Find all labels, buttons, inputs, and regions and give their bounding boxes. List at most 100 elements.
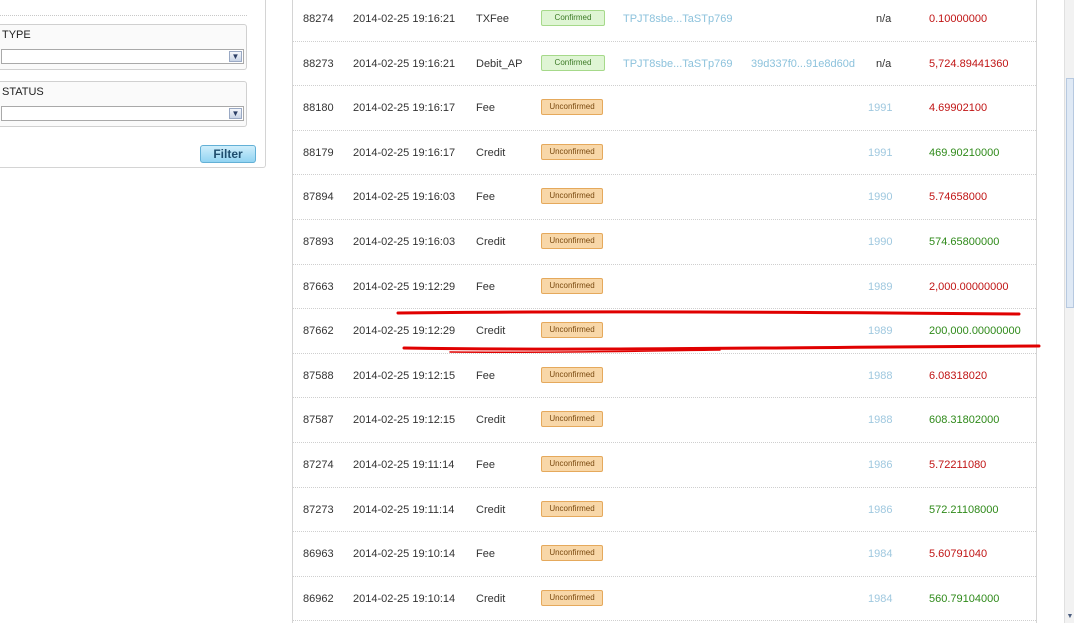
- status-badge: Confirmed: [541, 54, 605, 71]
- amount: 6.08318020: [929, 369, 988, 382]
- transaction-id: 88274: [303, 13, 334, 25]
- status-badge: Unconfirmed: [541, 277, 603, 294]
- block-link[interactable]: 1991: [868, 86, 892, 130]
- status-badge: Unconfirmed: [541, 456, 603, 472]
- status-badge: Unconfirmed: [541, 233, 603, 249]
- block-link[interactable]: 1991: [868, 131, 892, 175]
- transaction-type: Debit_AP: [476, 57, 523, 70]
- status-badge: Unconfirmed: [541, 143, 603, 160]
- transaction-id: 87893: [303, 236, 334, 248]
- amount: 2,000.00000000: [929, 280, 1009, 293]
- transaction-id: 87587: [303, 414, 334, 427]
- transaction-type: Fee: [476, 102, 495, 115]
- status-filter-group: STATUS ▼: [0, 81, 247, 127]
- amount: 572.21108000: [929, 503, 999, 516]
- amount: 469.90210000: [929, 146, 1000, 159]
- table-row: 86962 2014-02-25 19:10:14 Credit Unconfirme…: [293, 577, 1036, 622]
- block-link[interactable]: 1989: [868, 265, 892, 309]
- status-badge: Unconfirmed: [541, 589, 603, 606]
- transaction-type: Credit: [476, 146, 506, 159]
- transaction-type: Credit: [476, 592, 506, 605]
- address-link[interactable]: TPJT8sbe...TaSTp769: [623, 42, 732, 86]
- status-badge: Unconfirmed: [541, 500, 603, 517]
- transaction-id: 88273: [303, 57, 334, 70]
- transaction-id: 87662: [303, 325, 334, 338]
- table-row: 87274 2014-02-25 19:11:14 Fee Unconfirmed 19…: [293, 443, 1036, 488]
- table-row: 87587 2014-02-25 19:12:15 Credit Unconfirme…: [293, 398, 1036, 443]
- chevron-down-icon[interactable]: ▼: [229, 108, 242, 119]
- transaction-date: 2014-02-25 19:16:03: [353, 191, 456, 204]
- transaction-date: 2014-02-25 19:12:15: [353, 369, 456, 382]
- status-badge: Unconfirmed: [541, 411, 603, 428]
- block-link[interactable]: 1988: [868, 398, 892, 442]
- amount: 4.69902100: [929, 102, 988, 115]
- address-link[interactable]: TPJT8sbe...TaSTp769: [623, 0, 732, 41]
- amount: 5.72211080: [929, 459, 987, 471]
- transaction-type: Fee: [476, 459, 495, 471]
- transaction-date: 2014-02-25 19:16:03: [353, 236, 456, 248]
- chevron-down-icon[interactable]: ▼: [229, 51, 242, 62]
- type-filter-label: TYPE: [2, 29, 31, 41]
- transaction-id: 88179: [303, 146, 334, 159]
- scroll-thumb[interactable]: [1066, 78, 1074, 308]
- transaction-type: Fee: [476, 369, 495, 382]
- transaction-id: 87663: [303, 280, 334, 293]
- transaction-date: 2014-02-25 19:12:29: [353, 325, 456, 338]
- transaction-type: Fee: [476, 548, 495, 561]
- transaction-id: 86963: [303, 548, 334, 561]
- transaction-id: 88180: [303, 102, 334, 115]
- transaction-id: 87274: [303, 459, 334, 471]
- transaction-date: 2014-02-25 19:16:17: [353, 102, 456, 115]
- status-badge: Unconfirmed: [541, 322, 603, 339]
- filter-panel: TYPE ▼ STATUS ▼ Filter: [0, 0, 266, 168]
- transactions-table: 88274 2014-02-25 19:16:21 TXFee Confirmed TP…: [292, 0, 1037, 623]
- block-link: n/a: [876, 57, 892, 70]
- amount: 560.79104000: [929, 592, 1000, 605]
- type-select[interactable]: ▼: [1, 49, 244, 64]
- table-row: 88180 2014-02-25 19:16:17 Fee Unconfirmed 19…: [293, 86, 1036, 131]
- table-row: 87662 2014-02-25 19:12:29 Credit Unconfirme…: [293, 309, 1036, 354]
- status-badge: Unconfirmed: [541, 99, 603, 116]
- transaction-type: Credit: [476, 414, 506, 427]
- transaction-date: 2014-02-25 19:16:21: [353, 57, 456, 70]
- transaction-date: 2014-02-25 19:12:15: [353, 414, 456, 427]
- transaction-id: 86962: [303, 592, 334, 605]
- table-row: 88273 2014-02-25 19:16:21 Debit_AP Confirme…: [293, 42, 1036, 87]
- type-filter-group: TYPE ▼: [0, 24, 247, 70]
- block-link[interactable]: 1984: [868, 577, 892, 621]
- filter-button[interactable]: Filter: [200, 145, 256, 163]
- status-select[interactable]: ▼: [1, 106, 244, 121]
- block-link[interactable]: 1984: [868, 532, 892, 576]
- status-badge: Unconfirmed: [541, 366, 603, 383]
- table-row: 87893 2014-02-25 19:16:03 Credit Unconfirme…: [293, 220, 1036, 265]
- transaction-date: 2014-02-25 19:10:14: [353, 592, 456, 605]
- amount: 200,000.00000000: [929, 325, 1021, 338]
- table-row: 87588 2014-02-25 19:12:15 Fee Unconfirmed 19…: [293, 354, 1036, 399]
- transaction-id: 87273: [303, 503, 334, 516]
- scroll-down-arrow-icon[interactable]: ▼: [1066, 613, 1074, 621]
- status-badge: Confirmed: [541, 10, 605, 26]
- amount: 5.60791040: [929, 548, 988, 561]
- block-link[interactable]: 1988: [868, 354, 892, 398]
- transaction-date: 2014-02-25 19:12:29: [353, 280, 456, 293]
- block-link[interactable]: 1990: [868, 220, 892, 264]
- amount: 574.65800000: [929, 236, 1000, 248]
- transaction-type: Fee: [476, 191, 495, 204]
- tx-hash-link[interactable]: 39d337f0...91e8d60d: [751, 42, 855, 86]
- block-link[interactable]: 1990: [868, 175, 892, 219]
- transaction-date: 2014-02-25 19:11:14: [353, 503, 455, 516]
- transaction-type: TXFee: [476, 13, 510, 25]
- amount: 608.31802000: [929, 414, 1000, 427]
- transaction-type: Credit: [476, 503, 506, 516]
- block-link[interactable]: 1989: [868, 309, 892, 353]
- block-link[interactable]: 1986: [868, 443, 892, 487]
- table-row: 87663 2014-02-25 19:12:29 Fee Unconfirmed 19…: [293, 265, 1036, 310]
- transaction-id: 87894: [303, 191, 334, 204]
- status-badge: Unconfirmed: [541, 188, 603, 205]
- table-row: 88274 2014-02-25 19:16:21 TXFee Confirmed TP…: [293, 0, 1036, 42]
- transaction-id: 87588: [303, 369, 334, 382]
- vertical-scrollbar[interactable]: ▼: [1064, 0, 1074, 623]
- block-link[interactable]: 1986: [868, 488, 892, 532]
- status-badge: Unconfirmed: [541, 545, 603, 562]
- table-row: 86963 2014-02-25 19:10:14 Fee Unconfirmed 19…: [293, 532, 1036, 577]
